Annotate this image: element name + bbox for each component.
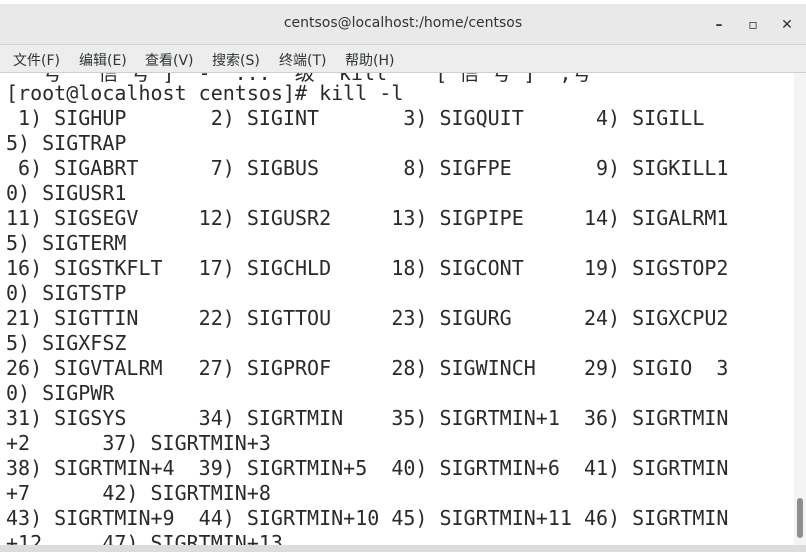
vertical-scrollbar[interactable]	[794, 73, 806, 545]
terminal-line: 5) SIGXFSZ	[6, 331, 127, 355]
menu-search[interactable]: 搜索(S)	[212, 50, 260, 70]
terminal-line: 0) SIGTSTP	[6, 281, 127, 305]
bottom-edge	[0, 545, 806, 552]
terminal-line: 16) SIGSTKFLT 17) SIGCHLD 18) SIGCONT 19…	[6, 256, 729, 280]
terminal-line: 6) SIGABRT 7) SIGBUS 8) SIGFPE 9) SIGKIL…	[6, 156, 729, 180]
minimize-button[interactable]: –	[710, 16, 728, 34]
terminal-output[interactable]: 号 信 号 ] - ... 级 kill [ 信 号 ] ,号 [root@lo…	[0, 73, 794, 545]
menu-view[interactable]: 查看(V)	[145, 50, 194, 70]
menu-edit[interactable]: 编辑(E)	[79, 50, 127, 70]
terminal-prompt-line: [root@localhost centsos]# kill -l	[6, 81, 404, 105]
terminal-line: +2 37) SIGRTMIN+3	[6, 431, 271, 455]
terminal-line: 11) SIGSEGV 12) SIGUSR2 13) SIGPIPE 14) …	[6, 206, 729, 230]
terminal-line: 38) SIGRTMIN+4 39) SIGRTMIN+5 40) SIGRTM…	[6, 456, 729, 480]
maximize-button[interactable]: ▫	[744, 16, 762, 34]
menu-terminal[interactable]: 终端(T)	[279, 50, 326, 70]
terminal-line: 5) SIGTERM	[6, 231, 127, 255]
terminal-window: centsos@localhost:/home/centsos – ▫ ✕ 文件…	[0, 0, 806, 552]
terminal-line: 26) SIGVTALRM 27) SIGPROF 28) SIGWINCH 2…	[6, 356, 729, 380]
terminal-line: 5) SIGTRAP	[6, 131, 127, 155]
terminal-line: 43) SIGRTMIN+9 44) SIGRTMIN+10 45) SIGRT…	[6, 506, 729, 530]
terminal-line: 21) SIGTTIN 22) SIGTTOU 23) SIGURG 24) S…	[6, 306, 729, 330]
terminal-line: 0) SIGUSR1	[6, 181, 127, 205]
terminal-line: 1) SIGHUP 2) SIGINT 3) SIGQUIT 4) SIGILL	[6, 106, 705, 130]
terminal-line: 0) SIGPWR	[6, 381, 115, 405]
terminal-line: +7 42) SIGRTMIN+8	[6, 481, 271, 505]
menu-file[interactable]: 文件(F)	[13, 50, 60, 70]
close-button[interactable]: ✕	[778, 16, 796, 34]
terminal-line: 31) SIGSYS 34) SIGRTMIN 35) SIGRTMIN+1 3…	[6, 406, 729, 430]
menu-help[interactable]: 帮助(H)	[345, 50, 394, 70]
title-bar[interactable]: centsos@localhost:/home/centsos – ▫ ✕	[0, 0, 806, 45]
title-bar-edge	[0, 0, 806, 4]
scrollbar-thumb[interactable]	[797, 498, 803, 538]
terminal-line-partial: +12 47) SIGRTMIN+13	[6, 531, 283, 545]
menu-bar: 文件(F) 编辑(E) 查看(V) 搜索(S) 终端(T) 帮助(H)	[0, 45, 806, 73]
window-title: centsos@localhost:/home/centsos	[283, 15, 523, 31]
